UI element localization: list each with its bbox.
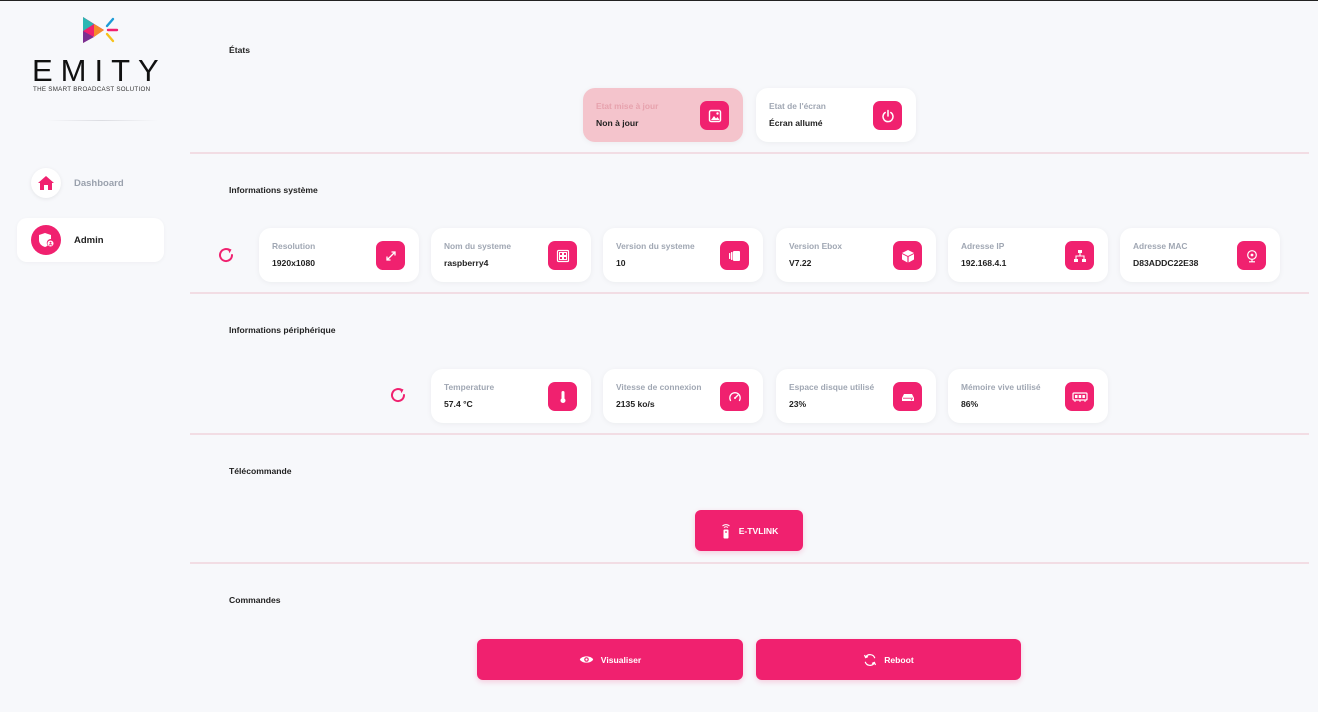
section-title-systeme: Informations système: [229, 185, 318, 195]
refresh-peripheral-icon[interactable]: [389, 386, 407, 404]
section-divider: [190, 152, 1309, 154]
refresh-system-icon[interactable]: [217, 246, 235, 264]
section-title-peripherique: Informations périphérique: [229, 325, 336, 335]
visualiser-button-label: Visualiser: [600, 654, 642, 665]
section-title-commandes: Commandes: [229, 595, 281, 605]
visualiser-button[interactable]: Visualiser: [477, 639, 743, 680]
card-disk-space: Espace disque utilisé 23%: [776, 369, 936, 423]
home-icon: [31, 168, 61, 198]
expand-icon: [376, 241, 405, 270]
globe-icon: [1237, 241, 1266, 270]
sidebar: EMITY THE SMART BROADCAST SOLUTION Dashb…: [0, 1, 180, 712]
board-icon: [548, 241, 577, 270]
sidebar-divider: [46, 120, 158, 121]
reboot-icon: [864, 653, 877, 666]
eye-icon: [579, 656, 593, 663]
section-divider: [190, 433, 1309, 435]
section-title-etats: États: [229, 45, 251, 55]
card-system-version: Version du systeme 10: [603, 228, 763, 282]
card-mac-address: Adresse MAC D83ADDC22E38: [1120, 228, 1280, 282]
brand-name: EMITY: [32, 53, 167, 88]
sidebar-item-dashboard[interactable]: Dashboard: [17, 161, 164, 205]
box-icon: [893, 241, 922, 270]
thermometer-icon: [548, 382, 577, 411]
e-tvlink-button-label: E-TVLINK: [738, 525, 779, 536]
card-connection-speed: Vitesse de connexion 2135 ko/s: [603, 369, 763, 423]
brand-tagline: THE SMART BROADCAST SOLUTION: [33, 86, 151, 93]
section-title-telecommande: Télécommande: [229, 466, 292, 476]
section-divider: [190, 562, 1309, 564]
reboot-button-label: Reboot: [884, 654, 914, 665]
image-icon: [700, 101, 729, 130]
card-resolution: Resolution 1920x1080: [259, 228, 419, 282]
emity-logo-mark-icon: [83, 17, 119, 43]
reboot-button[interactable]: Reboot: [756, 639, 1021, 680]
emity-logo: EMITY THE SMART BROADCAST SOLUTION: [30, 15, 175, 97]
sidebar-item-admin[interactable]: Admin: [17, 218, 164, 262]
card-temperature: Temperature 57.4 °C: [431, 369, 591, 423]
card-memory: Mémoire vive utilisé 86%: [948, 369, 1108, 423]
layers-icon: [720, 241, 749, 270]
e-tvlink-button[interactable]: E-TVLINK: [695, 510, 803, 551]
section-divider: [190, 292, 1309, 294]
sidebar-item-label: Admin: [74, 234, 104, 246]
power-icon: [873, 101, 902, 130]
card-ip-address: Adresse IP 192.168.4.1: [948, 228, 1108, 282]
sidebar-item-label: Dashboard: [74, 177, 124, 189]
hard-drive-icon: [893, 382, 922, 411]
speedometer-icon: [720, 382, 749, 411]
memory-icon: [1065, 382, 1094, 411]
card-update-status: Etat mise à jour Non à jour: [583, 88, 743, 142]
remote-control-icon: [721, 523, 730, 538]
shield-user-icon: [31, 225, 61, 255]
network-icon: [1065, 241, 1094, 270]
card-ebox-version: Version Ebox V7.22: [776, 228, 936, 282]
card-system-name: Nom du systeme raspberry4: [431, 228, 591, 282]
card-screen-status: Etat de l'écran Écran allumé: [756, 88, 916, 142]
